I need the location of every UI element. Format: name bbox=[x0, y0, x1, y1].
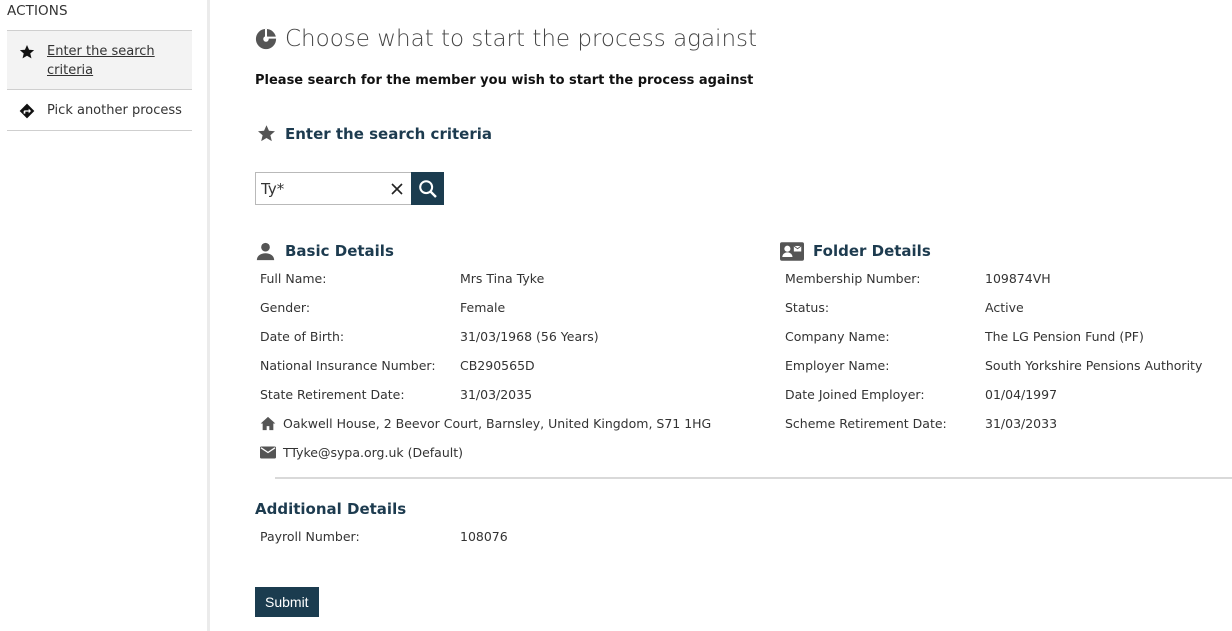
page-title: Choose what to start the process against bbox=[255, 26, 757, 52]
action-item-enter-search-criteria[interactable]: Enter the search criteria bbox=[7, 31, 192, 90]
detail-row: Membership Number: 109874VH bbox=[780, 264, 1230, 293]
contact-card-icon bbox=[780, 241, 804, 261]
mail-icon bbox=[260, 446, 276, 459]
detail-row: National Insurance Number: CB290565D bbox=[255, 351, 755, 380]
action-item-label: Pick another process bbox=[47, 103, 182, 118]
additional-details: Additional Details Payroll Number: 108076 bbox=[255, 498, 755, 551]
action-list: Enter the search criteria Pick another p… bbox=[7, 30, 192, 131]
detail-label: Date Joined Employer: bbox=[785, 387, 925, 402]
folder-details-heading: Folder Details bbox=[780, 240, 1230, 262]
search-icon bbox=[418, 179, 437, 198]
detail-value: CB290565D bbox=[460, 358, 535, 373]
detail-row: Scheme Retirement Date: 31/03/2033 bbox=[780, 409, 1230, 438]
email-row: TTyke@sypa.org.uk (Default) bbox=[255, 438, 755, 467]
search-heading-text: Enter the search criteria bbox=[285, 124, 492, 143]
signpost-icon bbox=[19, 103, 35, 119]
basic-details-heading: Basic Details bbox=[255, 240, 755, 262]
actions-title: ACTIONS bbox=[7, 3, 68, 19]
close-icon[interactable] bbox=[389, 181, 405, 197]
detail-label: Date of Birth: bbox=[260, 329, 345, 344]
detail-row: Status: Active bbox=[780, 293, 1230, 322]
detail-row: Full Name: Mrs Tina Tyke bbox=[255, 264, 755, 293]
detail-row: Gender: Female bbox=[255, 293, 755, 322]
basic-details: Basic Details Full Name: Mrs Tina Tyke Ge… bbox=[255, 240, 755, 467]
detail-label: Status: bbox=[785, 300, 830, 315]
page-title-text: Choose what to start the process against bbox=[285, 26, 758, 52]
submit-button[interactable]: Submit bbox=[255, 587, 319, 617]
sidebar: ACTIONS Enter the search criteria Pick a… bbox=[0, 0, 207, 631]
home-icon bbox=[260, 416, 276, 431]
detail-row: Payroll Number: 108076 bbox=[255, 522, 755, 551]
detail-value: 108076 bbox=[460, 529, 508, 544]
search-section-heading: Enter the search criteria bbox=[257, 124, 492, 143]
email-text: TTyke@sypa.org.uk (Default) bbox=[283, 445, 463, 460]
detail-label: Company Name: bbox=[785, 329, 890, 344]
detail-row: State Retirement Date: 31/03/2035 bbox=[255, 380, 755, 409]
action-item-label: Enter the search criteria bbox=[47, 44, 155, 78]
detail-label: National Insurance Number: bbox=[260, 358, 436, 373]
detail-value: Active bbox=[985, 300, 1024, 315]
detail-row: Employer Name: South Yorkshire Pensions A… bbox=[780, 351, 1230, 380]
detail-label: Employer Name: bbox=[785, 358, 890, 373]
detail-value: 31/03/2033 bbox=[985, 416, 1058, 431]
star-icon bbox=[258, 125, 275, 142]
detail-label: State Retirement Date: bbox=[260, 387, 405, 402]
detail-value: 109874VH bbox=[985, 271, 1051, 286]
address-text: Oakwell House, 2 Beevor Court, Barnsley,… bbox=[283, 416, 712, 431]
detail-value: Mrs Tina Tyke bbox=[460, 271, 545, 286]
action-item-pick-another-process[interactable]: Pick another process bbox=[7, 90, 192, 131]
detail-value: South Yorkshire Pensions Authority bbox=[985, 358, 1203, 373]
folder-details: Folder Details Membership Number: 109874V… bbox=[780, 240, 1230, 438]
detail-label: Membership Number: bbox=[785, 271, 921, 286]
detail-value: The LG Pension Fund (PF) bbox=[985, 329, 1144, 344]
detail-row: Company Name: The LG Pension Fund (PF) bbox=[780, 322, 1230, 351]
section-divider bbox=[275, 477, 1232, 479]
detail-label: Payroll Number: bbox=[260, 529, 360, 544]
page-subtitle: Please search for the member you wish to… bbox=[255, 73, 754, 88]
folder-details-heading-text: Folder Details bbox=[813, 242, 931, 260]
detail-row: Date Joined Employer: 01/04/1997 bbox=[780, 380, 1230, 409]
detail-value: 01/04/1997 bbox=[985, 387, 1058, 402]
detail-label: Gender: bbox=[260, 300, 311, 315]
basic-details-heading-text: Basic Details bbox=[285, 242, 394, 260]
address-row: Oakwell House, 2 Beevor Court, Barnsley,… bbox=[255, 409, 755, 438]
person-icon bbox=[256, 242, 275, 260]
process-icon bbox=[255, 28, 277, 50]
search-button[interactable] bbox=[411, 172, 444, 205]
detail-row: Date of Birth: 31/03/1968 (56 Years) bbox=[255, 322, 755, 351]
search-input-wrapper bbox=[255, 172, 411, 205]
star-icon bbox=[19, 45, 35, 59]
detail-label: Scheme Retirement Date: bbox=[785, 416, 947, 431]
detail-value: 31/03/1968 (56 Years) bbox=[460, 329, 599, 344]
sidebar-divider bbox=[207, 0, 210, 631]
search-input[interactable] bbox=[256, 173, 380, 204]
detail-label: Full Name: bbox=[260, 271, 327, 286]
detail-value: Female bbox=[460, 300, 506, 315]
additional-details-heading: Additional Details bbox=[255, 500, 407, 518]
detail-value: 31/03/2035 bbox=[460, 387, 533, 402]
search-box bbox=[255, 172, 444, 205]
